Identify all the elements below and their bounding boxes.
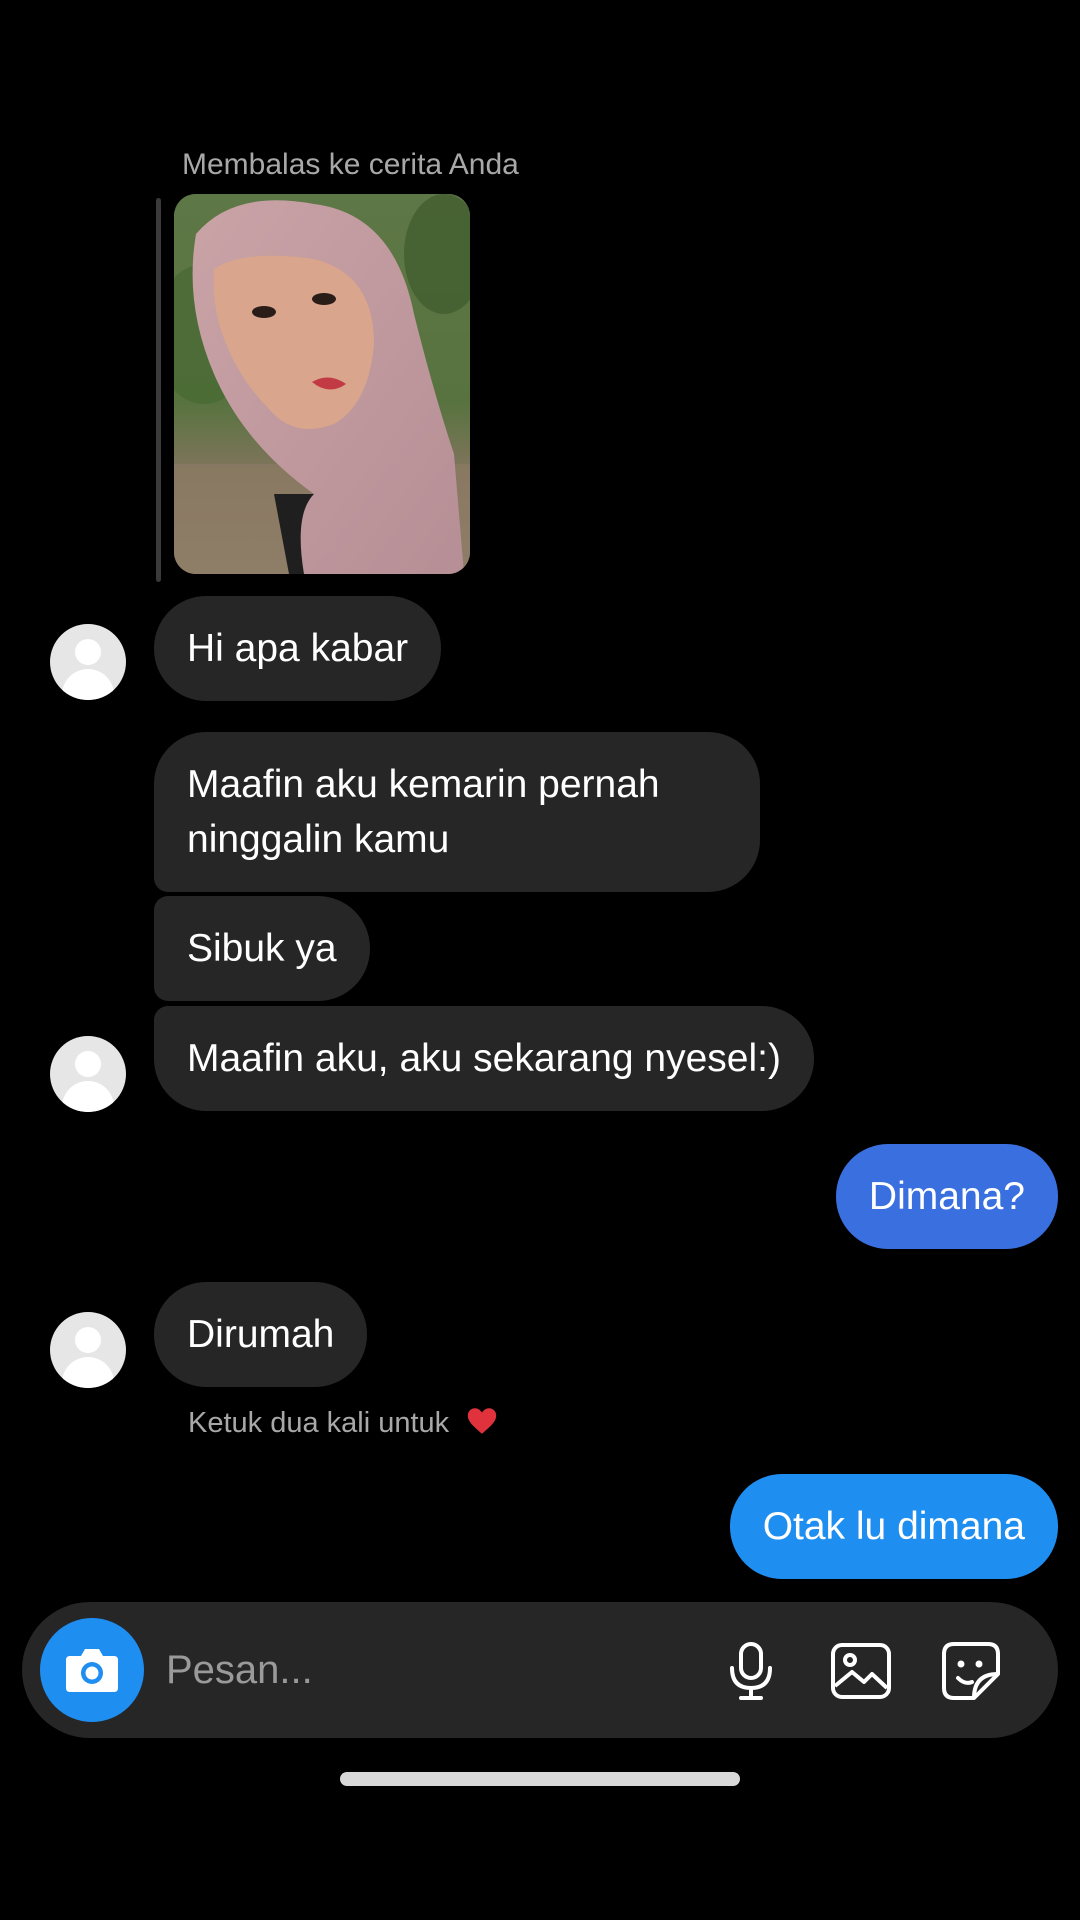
incoming-message[interactable]: Maafin aku kemarin pernah ninggalin kamu (154, 732, 760, 892)
outgoing-message[interactable]: Otak lu dimana (729, 1474, 1058, 1579)
camera-icon (66, 1649, 118, 1692)
outgoing-message[interactable]: Dimana? (835, 1144, 1058, 1249)
hint-text: Ketuk dua kali untuk (188, 1407, 450, 1439)
message-input[interactable] (166, 1640, 686, 1700)
incoming-message[interactable]: Hi apa kabar (154, 596, 442, 701)
double-tap-hint: Ketuk dua kali untuk (188, 1404, 499, 1440)
contact-avatar[interactable] (50, 1312, 126, 1388)
reply-indicator-bar (156, 198, 161, 582)
incoming-message[interactable]: Dirumah (154, 1282, 368, 1387)
contact-avatar[interactable] (50, 624, 126, 700)
message-composer (22, 1602, 1058, 1738)
heart-icon (468, 1408, 497, 1434)
incoming-message[interactable]: Maafin aku, aku sekarang nyesel:) (154, 1006, 814, 1111)
gallery-icon[interactable] (828, 1638, 894, 1704)
microphone-icon[interactable] (718, 1638, 784, 1704)
sticker-icon[interactable] (938, 1638, 1004, 1704)
contact-avatar[interactable] (50, 1036, 126, 1112)
home-indicator[interactable] (340, 1772, 740, 1786)
incoming-message[interactable]: Sibuk ya (154, 896, 370, 1001)
story-reply-label: Membalas ke cerita Anda (182, 148, 519, 181)
story-photo (174, 194, 470, 574)
story-thumbnail[interactable] (174, 194, 470, 574)
camera-button[interactable] (40, 1618, 144, 1722)
